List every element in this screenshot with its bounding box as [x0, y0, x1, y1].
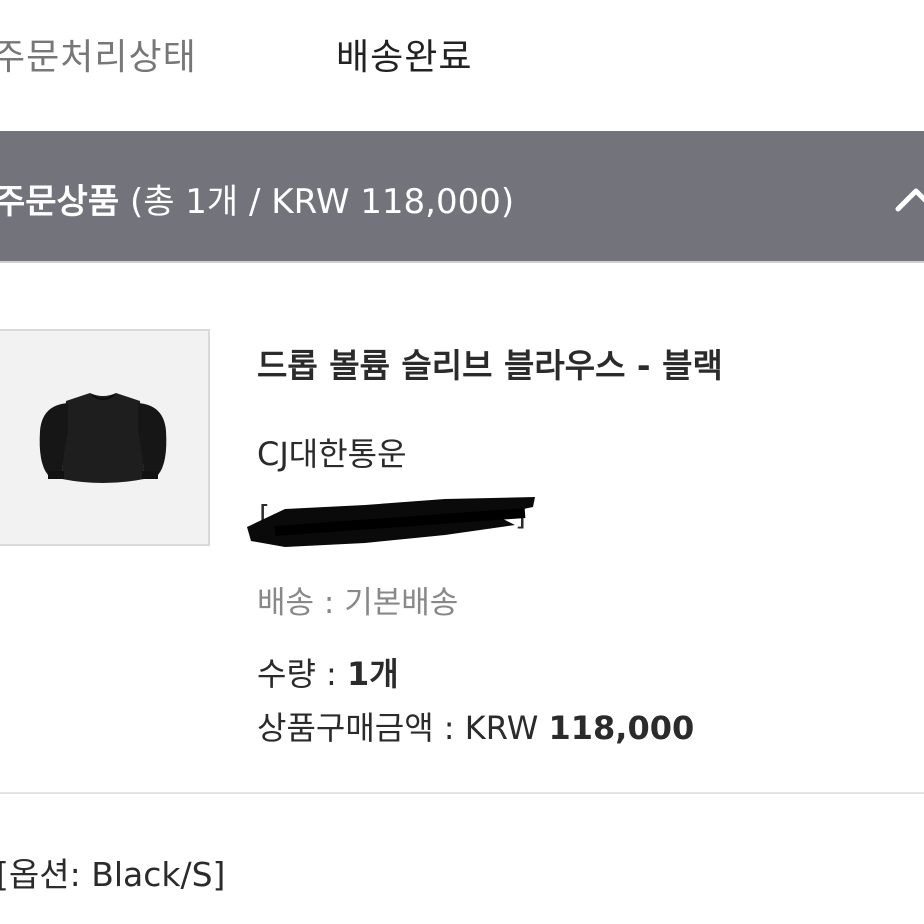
order-items-summary: (총 1개 / KRW 118,000)	[129, 182, 515, 222]
quantity: 수량 : 1개	[257, 649, 399, 695]
purchase-amount: 상품구매금액 : KRW 118,000	[257, 703, 694, 749]
order-items-header[interactable]: 주문상품 (총 1개 / KRW 118,000)	[0, 131, 924, 263]
courier-name: CJ대한통운	[257, 435, 407, 473]
amount-currency: KRW	[464, 709, 549, 747]
quantity-value: 1개	[347, 655, 399, 693]
product-option: [옵션: Black/S]	[0, 855, 226, 894]
amount-value: 118,000	[548, 709, 695, 747]
product-thumbnail[interactable]	[0, 329, 210, 546]
amount-label: 상품구매금액 :	[257, 709, 465, 747]
shipping-method: 배송 : 기본배송	[257, 577, 458, 622]
order-items-title-text: 주문상품	[0, 182, 120, 222]
divider	[0, 792, 924, 794]
chevron-up-icon[interactable]	[894, 179, 924, 223]
order-status-row: 주문처리상태 배송완료	[0, 0, 924, 130]
order-items-title: 주문상품 (총 1개 / KRW 118,000)	[0, 174, 514, 223]
product-item: 드롭 볼륨 슬리브 블라우스 - 블랙 CJ대한통운 [ ] 배송 : 기본배송…	[0, 263, 924, 793]
shipping-value: 기본배송	[344, 585, 459, 621]
order-status-label: 주문처리상태	[0, 37, 197, 78]
shipping-label: 배송 :	[257, 585, 345, 621]
order-status-value: 배송완료	[336, 37, 473, 78]
product-name[interactable]: 드롭 볼륨 슬리브 블라우스 - 블랙	[257, 339, 723, 387]
quantity-label: 수량 :	[257, 655, 348, 693]
blouse-image	[39, 393, 167, 483]
redacted-tracking-number: [ ]	[247, 497, 535, 547]
